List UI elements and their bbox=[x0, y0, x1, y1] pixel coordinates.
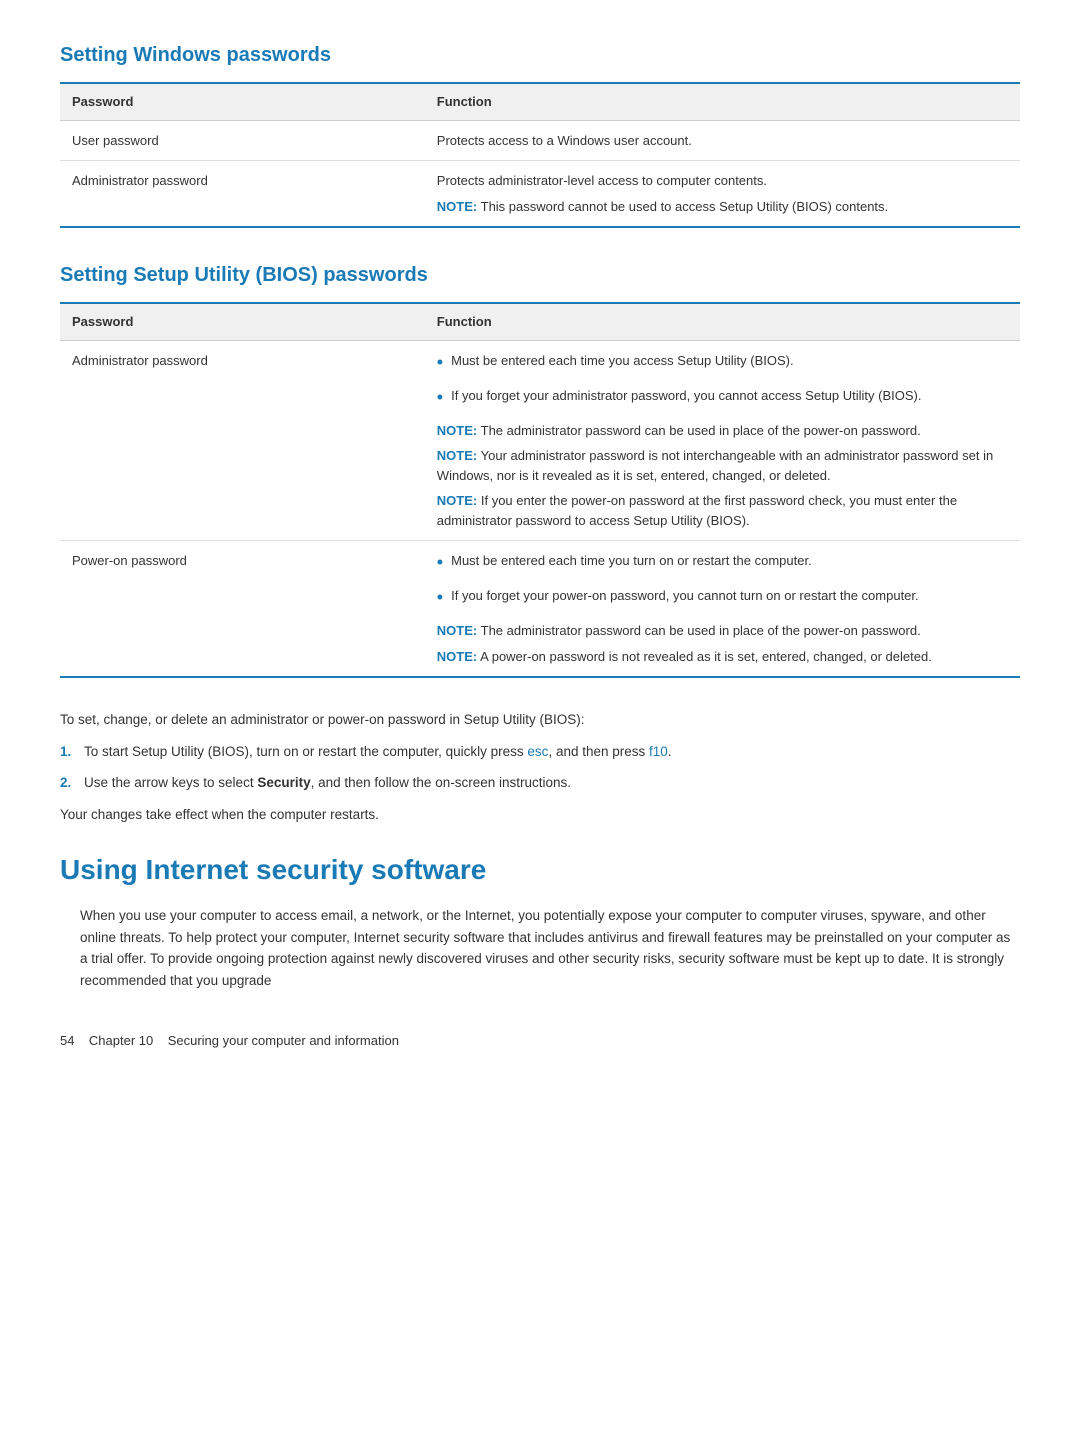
windows-table-row-1: Administrator password Protects administr… bbox=[60, 161, 1020, 228]
step-1-text-mid: , and then press bbox=[548, 744, 649, 759]
internet-security-section: Using Internet security software When yo… bbox=[60, 849, 1020, 991]
bios-passwords-table: Password Function Administrator password… bbox=[60, 302, 1020, 678]
bios-bullets-1: Must be entered each time you turn on or… bbox=[437, 551, 1008, 611]
step-1-num: 1. bbox=[60, 742, 84, 762]
bios-row-function-1: Must be entered each time you turn on or… bbox=[425, 541, 1020, 678]
windows-table-header-row: Password Function bbox=[60, 83, 1020, 120]
bios-bullet-0-0: Must be entered each time you access Set… bbox=[437, 351, 1008, 376]
chapter-title: Securing your computer and information bbox=[168, 1033, 399, 1048]
bios-note-label-0-2: NOTE: bbox=[437, 493, 477, 508]
step-1-link-esc: esc bbox=[527, 744, 548, 759]
internet-security-body: When you use your computer to access ema… bbox=[80, 905, 1020, 991]
windows-function-text-1: Protects administrator-level access to c… bbox=[437, 171, 1008, 191]
bios-note-label-1-1: NOTE: bbox=[437, 649, 477, 664]
chapter-label: Chapter 10 bbox=[89, 1033, 153, 1048]
windows-row-password-1: Administrator password bbox=[60, 161, 425, 228]
bios-note-1-1: NOTE: A power-on password is not reveale… bbox=[437, 647, 1008, 667]
bios-note-0-0: NOTE: The administrator password can be … bbox=[437, 421, 1008, 441]
bios-table-header-row: Password Function bbox=[60, 303, 1020, 340]
bios-note-0-1: NOTE: Your administrator password is not… bbox=[437, 446, 1008, 485]
page-footer: 54 Chapter 10 Securing your computer and… bbox=[60, 1031, 1020, 1051]
bios-row-password-0: Administrator password bbox=[60, 340, 425, 541]
bios-col-function-header: Function bbox=[425, 303, 1020, 340]
bios-note-label-0-0: NOTE: bbox=[437, 423, 477, 438]
bios-note-label-1-0: NOTE: bbox=[437, 623, 477, 638]
bios-bullet-1-1: If you forget your power-on password, yo… bbox=[437, 586, 1008, 611]
windows-function-text-0: Protects access to a Windows user accoun… bbox=[437, 131, 1008, 151]
windows-row-function-0: Protects access to a Windows user accoun… bbox=[425, 120, 1020, 161]
bios-table-row-1: Power-on password Must be entered each ti… bbox=[60, 541, 1020, 678]
step-1: 1. To start Setup Utility (BIOS), turn o… bbox=[60, 742, 1020, 762]
windows-note-1-0: NOTE: This password cannot be used to ac… bbox=[437, 197, 1008, 217]
windows-col-function-header: Function bbox=[425, 83, 1020, 120]
bios-passwords-section: Setting Setup Utility (BIOS) passwords P… bbox=[60, 260, 1020, 678]
bios-row-password-1: Power-on password bbox=[60, 541, 425, 678]
steps-section: To set, change, or delete an administrat… bbox=[60, 710, 1020, 825]
internet-security-heading: Using Internet security software bbox=[60, 849, 1020, 891]
note-label: NOTE: bbox=[437, 199, 477, 214]
step-2-text-before: Use the arrow keys to select bbox=[84, 775, 257, 790]
step-1-text-before: To start Setup Utility (BIOS), turn on o… bbox=[84, 744, 527, 759]
bios-bullet-0-1: If you forget your administrator passwor… bbox=[437, 386, 1008, 411]
bios-passwords-heading: Setting Setup Utility (BIOS) passwords bbox=[60, 260, 1020, 290]
bios-passwords-table-container: Password Function Administrator password… bbox=[60, 302, 1020, 678]
bios-note-1-0: NOTE: The administrator password can be … bbox=[437, 621, 1008, 641]
windows-passwords-heading: Setting Windows passwords bbox=[60, 40, 1020, 70]
windows-row-function-1: Protects administrator-level access to c… bbox=[425, 161, 1020, 228]
windows-table-row-0: User password Protects access to a Window… bbox=[60, 120, 1020, 161]
bios-bullets-0: Must be entered each time you access Set… bbox=[437, 351, 1008, 411]
windows-row-password-0: User password bbox=[60, 120, 425, 161]
steps-footer: Your changes take effect when the comput… bbox=[60, 805, 1020, 825]
windows-passwords-section: Setting Windows passwords Password Funct… bbox=[60, 40, 1020, 228]
step-2-text-after: , and then follow the on-screen instruct… bbox=[311, 775, 571, 790]
bios-row-function-0: Must be entered each time you access Set… bbox=[425, 340, 1020, 541]
step-1-text-after: . bbox=[668, 744, 672, 759]
step-2-bold: Security bbox=[257, 775, 310, 790]
page-number: 54 bbox=[60, 1033, 74, 1048]
windows-col-password-header: Password bbox=[60, 83, 425, 120]
bios-col-password-header: Password bbox=[60, 303, 425, 340]
step-2: 2. Use the arrow keys to select Security… bbox=[60, 773, 1020, 793]
bios-note-label-0-1: NOTE: bbox=[437, 448, 477, 463]
steps-intro: To set, change, or delete an administrat… bbox=[60, 710, 1020, 730]
bios-bullet-1-0: Must be entered each time you turn on or… bbox=[437, 551, 1008, 576]
step-2-content: Use the arrow keys to select Security, a… bbox=[84, 773, 571, 793]
windows-passwords-table: Password Function User password Protects … bbox=[60, 82, 1020, 228]
step-1-link-f10: f10 bbox=[649, 744, 668, 759]
windows-passwords-table-container: Password Function User password Protects … bbox=[60, 82, 1020, 228]
step-2-num: 2. bbox=[60, 773, 84, 793]
bios-note-0-2: NOTE: If you enter the power-on password… bbox=[437, 491, 1008, 530]
steps-list: 1. To start Setup Utility (BIOS), turn o… bbox=[60, 742, 1020, 793]
step-1-content: To start Setup Utility (BIOS), turn on o… bbox=[84, 742, 672, 762]
bios-table-row-0: Administrator password Must be entered ea… bbox=[60, 340, 1020, 541]
